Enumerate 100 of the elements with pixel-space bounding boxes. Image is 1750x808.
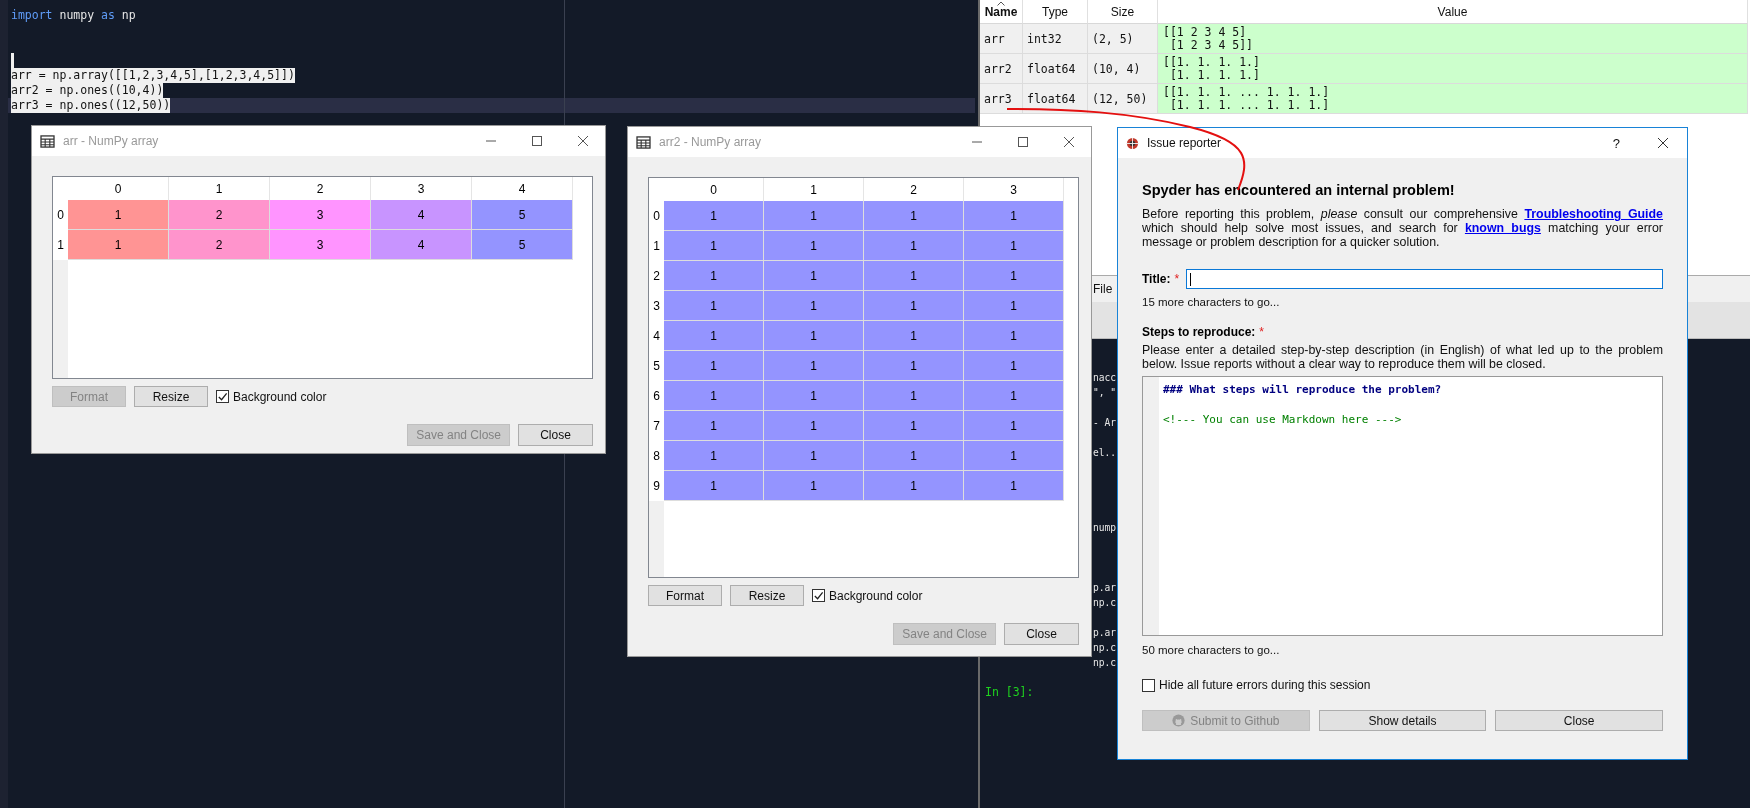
table-cell: 1 bbox=[764, 201, 864, 231]
close-icon[interactable] bbox=[577, 135, 589, 147]
link[interactable]: known bugs bbox=[1464, 221, 1541, 235]
hint-text: 50 more characters to go... bbox=[1142, 644, 1281, 656]
table-cell: 1 bbox=[764, 231, 864, 261]
dialog-button[interactable]: Close bbox=[1495, 710, 1663, 731]
window-title: arr2 - NumPy array bbox=[659, 135, 762, 149]
checkbox[interactable] bbox=[216, 390, 229, 403]
console-text: - Ar bbox=[1093, 417, 1117, 428]
table-cell: [[1 2 3 4 5] [1 2 3 4 5]] bbox=[1158, 24, 1748, 54]
dialog-button[interactable]: Show details bbox=[1318, 710, 1487, 731]
table-cell: 1 bbox=[764, 411, 864, 441]
dialog-button[interactable]: Resize bbox=[730, 585, 804, 606]
row-header: 0 bbox=[649, 201, 664, 231]
table-cell: 3 bbox=[270, 230, 371, 260]
table-icon bbox=[636, 135, 651, 149]
hint-text: 15 more characters to go... bbox=[1142, 296, 1281, 308]
table-cell: int32 bbox=[1023, 24, 1088, 54]
input-field[interactable] bbox=[1186, 269, 1663, 289]
bug-icon bbox=[1126, 136, 1139, 150]
description-text: Please enter a detailed step-by-step description (in English) of what led up to the problem below. Issue reports without a clear way to reproduce them will be closed. bbox=[1142, 343, 1663, 371]
table-cell: 2 bbox=[169, 200, 270, 230]
row-header: 9 bbox=[649, 471, 664, 501]
table-cell: float64 bbox=[1023, 84, 1088, 114]
window-title: arr - NumPy array bbox=[63, 134, 159, 148]
console-text: ", " bbox=[1093, 387, 1117, 398]
dialog-button[interactable]: Resize bbox=[134, 386, 208, 407]
table-cell: 1 bbox=[864, 381, 964, 411]
dialog-heading: Spyder has encountered an internal problem! bbox=[1142, 182, 1456, 198]
table-cell: 3 bbox=[270, 200, 371, 230]
checkbox[interactable] bbox=[1142, 678, 1155, 692]
table-cell: 1 bbox=[68, 200, 169, 230]
table-cell: 1 bbox=[764, 261, 864, 291]
text-cursor bbox=[11, 53, 14, 68]
dialog-button[interactable]: Close bbox=[1004, 623, 1079, 645]
text-area[interactable]: ### What steps will reproduce the problem? <!--- You can use Markdown here ---> bbox=[1142, 376, 1663, 636]
table-cell: 1 bbox=[864, 291, 964, 321]
table-cell: 5 bbox=[472, 230, 573, 260]
table-cell: 1 bbox=[964, 201, 1064, 231]
markdown-comment: <!--- You can use Markdown here ---> bbox=[1163, 412, 1403, 427]
console-text: np.c bbox=[1093, 642, 1117, 653]
logo-icon bbox=[1172, 714, 1186, 727]
row-header: 5 bbox=[649, 351, 664, 381]
row-header: 4 bbox=[649, 321, 664, 351]
table-cell: 1 bbox=[964, 291, 1064, 321]
table-cell: arr2 bbox=[980, 54, 1023, 84]
row-header: 0 bbox=[53, 200, 68, 230]
table-cell: 1 bbox=[664, 321, 764, 351]
console-prompt: In [3]: bbox=[985, 685, 1034, 699]
table-cell: 1 bbox=[864, 471, 964, 501]
console-text: p.ar bbox=[1093, 582, 1117, 593]
table-cell: [[1. 1. 1. 1.] [1. 1. 1. 1.] bbox=[1158, 54, 1748, 84]
table-cell: arr3 bbox=[980, 84, 1023, 114]
menu-item[interactable]: File bbox=[1093, 282, 1113, 296]
row-header: 1 bbox=[53, 230, 68, 260]
table-cell: 1 bbox=[764, 351, 864, 381]
table-cell: 1 bbox=[664, 411, 764, 441]
code-line: import numpy as np bbox=[11, 8, 136, 23]
table-cell: (2, 5) bbox=[1088, 24, 1158, 54]
maximize-icon[interactable] bbox=[531, 135, 543, 147]
table-cell: 1 bbox=[664, 441, 764, 471]
close-icon[interactable] bbox=[1063, 136, 1075, 148]
table-cell: (10, 4) bbox=[1088, 54, 1158, 84]
console-text: np.c bbox=[1093, 657, 1117, 668]
close-icon[interactable] bbox=[1657, 137, 1669, 149]
table-cell: 1 bbox=[764, 381, 864, 411]
table-cell: 1 bbox=[964, 441, 1064, 471]
field-label: Title: bbox=[1142, 272, 1171, 286]
console-text: np.c bbox=[1093, 597, 1117, 608]
table-cell: 1 bbox=[68, 230, 169, 260]
dialog-button[interactable]: Format bbox=[648, 585, 722, 606]
table-cell: 1 bbox=[764, 471, 864, 501]
table-cell: 1 bbox=[764, 291, 864, 321]
table-cell: 1 bbox=[864, 201, 964, 231]
checkbox-label: Hide all future errors during this session bbox=[1159, 678, 1371, 692]
table-cell: float64 bbox=[1023, 54, 1088, 84]
row-header: 1 bbox=[649, 231, 664, 261]
table-cell: 2 bbox=[169, 230, 270, 260]
dialog-button[interactable]: Close bbox=[518, 424, 593, 446]
help-button[interactable]: ? bbox=[1612, 135, 1620, 151]
table-cell: 1 bbox=[664, 291, 764, 321]
table-cell: 1 bbox=[864, 351, 964, 381]
table-cell: 1 bbox=[864, 231, 964, 261]
console-text: nump bbox=[1093, 522, 1117, 533]
link[interactable]: Troubleshooting Guide bbox=[1524, 207, 1663, 221]
table-cell: 5 bbox=[472, 200, 573, 230]
table-cell: 1 bbox=[664, 471, 764, 501]
table-icon bbox=[40, 134, 55, 148]
table-cell: 1 bbox=[664, 261, 764, 291]
console-text: el.. bbox=[1093, 447, 1117, 458]
table-cell: (12, 50) bbox=[1088, 84, 1158, 114]
row-header: 8 bbox=[649, 441, 664, 471]
checkbox[interactable] bbox=[812, 589, 825, 602]
maximize-icon[interactable] bbox=[1017, 136, 1029, 148]
table-cell: 1 bbox=[964, 351, 1064, 381]
row-header: 2 bbox=[649, 261, 664, 291]
table-cell: 1 bbox=[864, 411, 964, 441]
field-label: Steps to reproduce: bbox=[1142, 325, 1256, 339]
table-cell: 1 bbox=[864, 321, 964, 351]
table-cell: [[1. 1. 1. ... 1. 1. 1.] [1. 1. 1. ... 1. 1. 1.] bbox=[1158, 84, 1748, 114]
